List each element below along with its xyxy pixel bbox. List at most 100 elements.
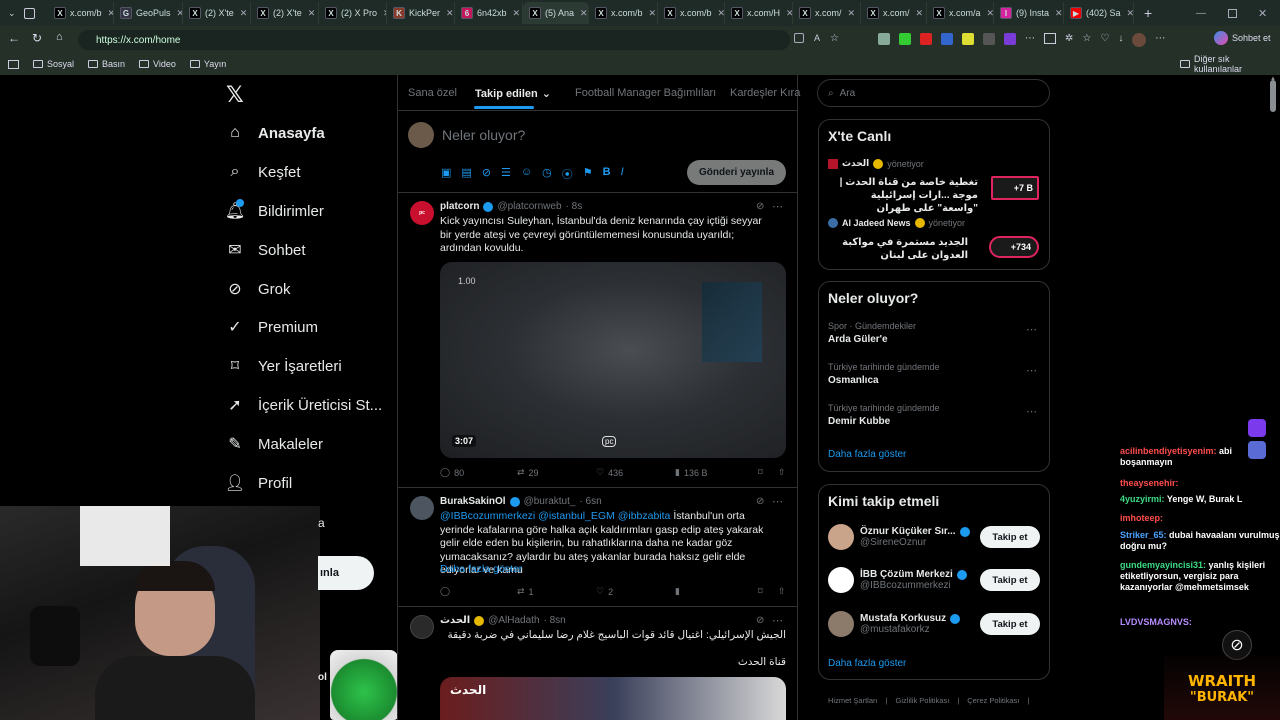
share-icon[interactable]: ⇧ [778,586,786,597]
sidebar-item-bookmark[interactable]: ⌑ Yer İşaretleri [226,357,342,376]
views-button[interactable]: ▮ [675,586,758,597]
tab-close-icon[interactable]: ✕ [240,8,248,19]
tab-close-icon[interactable]: ✕ [446,8,454,19]
side-widget-icon[interactable] [1248,419,1266,437]
browser-tab[interactable]: X (2) X'te ✕ [183,2,251,24]
extension-icon[interactable] [899,33,911,45]
bookmark-icon[interactable]: ⌑ [758,586,778,597]
trend-more-icon[interactable]: ⋯ [1026,323,1038,336]
share-icon[interactable]: ⇧ [778,467,786,478]
browser-tab[interactable]: Xx.com/H ✕ [725,2,793,24]
other-bookmarks[interactable]: Diğer sık kullanılanlar [1180,54,1280,74]
tab-close-icon[interactable]: ✕ [513,8,521,19]
tab-close-icon[interactable]: ✕ [1055,8,1063,19]
follow-suggestion[interactable]: Mustafa Korkusuz @mustafakorkz [828,611,961,637]
tweet-time[interactable]: · 6sn [579,496,601,507]
home-icon[interactable]: ⌂ [56,31,63,43]
grok-explain-icon[interactable]: ⊘ [756,496,764,507]
copilot-icon[interactable]: ♡ [1100,33,1109,47]
scroll-up-icon[interactable]: ▲ [1270,76,1276,82]
search-input[interactable]: ⌕ Ara [817,79,1050,107]
copilot-chat-button[interactable]: Sohbet et [1214,31,1271,45]
sidebar-item-rocket[interactable]: ➚ İçerik Üreticisi St... [226,396,382,415]
emoji-icon[interactable]: ☺ [521,166,532,182]
feed-tab[interactable]: Sana özel [408,87,457,99]
browser-tab[interactable]: 6 6n42xb ✕ [455,2,523,24]
schedule-icon[interactable]: ◷ [542,166,552,182]
follow-suggestion[interactable]: İBB Çözüm Merkezi @IBBcozummerkezi [828,567,967,593]
tab-close-icon[interactable]: ✕ [848,8,856,19]
repost-button[interactable]: ⇄ 1 [517,586,596,597]
tweet-author-name[interactable]: platcorn [440,201,479,212]
follow-button[interactable]: Takip et [980,613,1040,635]
sidebar-item-grok[interactable]: ⊘ Grok [226,280,290,299]
new-tab-icon[interactable]: + [1144,5,1152,21]
extension-icon[interactable] [878,33,890,45]
footer-link[interactable]: Çerez Politikası [967,696,1019,705]
poll-icon[interactable]: ☰ [501,166,511,182]
user-avatar[interactable] [828,567,854,593]
install-app-icon[interactable] [794,33,804,43]
bookmark-icon[interactable]: ⌑ [758,467,778,478]
browser-tab[interactable]: ▶ (402) Sa ✕ [1064,2,1134,24]
browser-tab[interactable]: Xx.com/ ✕ [861,2,927,24]
browser-tab[interactable]: Xx.com/b✕ [48,2,114,24]
page-scrollbar[interactable] [1270,80,1276,112]
sidebar-item-premium[interactable]: ✓ Premium [226,318,318,337]
tab-list-icon[interactable]: ⌄ [8,8,16,19]
tab-close-icon[interactable]: ✕ [916,8,924,19]
tab-close-icon[interactable]: ✕ [718,8,724,19]
tweet-author-name[interactable]: الحدث [440,615,470,626]
sidebar-item-mail[interactable]: ✉ Sohbet [226,241,305,260]
live-listeners-badge[interactable]: +734 [989,236,1039,258]
bookmark-menu-icon[interactable] [8,59,19,69]
sidebar-item-articles[interactable]: ✎ Makaleler [226,435,323,454]
like-button[interactable]: ♡ 436 [596,467,675,478]
grok-explain-icon[interactable]: ⊘ [756,201,764,212]
footer-link[interactable]: Gizlilik Politikası [896,696,950,705]
refresh-icon[interactable]: ↻ [32,31,42,45]
bold-icon[interactable]: B [603,166,611,182]
tweet-more-icon[interactable]: ⋯ [772,200,784,213]
bookmark-folder[interactable]: Sosyal [33,59,74,69]
tab-close-icon[interactable]: ✕ [580,8,588,19]
more-nav-partial[interactable]: a [318,516,325,530]
trend-item[interactable]: Türkiye tarihinde gündemde Osmanlıca [828,362,940,386]
more-icon[interactable]: ⋯ [1025,33,1035,47]
feed-tab[interactable]: Kardeşler Kıra [730,87,800,99]
post-button[interactable]: Gönderi yayınla [687,160,786,185]
bookmark-folder[interactable]: Yayın [189,59,226,69]
favorite-star-icon[interactable]: ☆ [830,33,839,44]
tweet-avatar[interactable] [410,615,434,639]
tab-close-icon[interactable]: ✕ [987,8,993,19]
tweet-author-handle[interactable]: @buraktut_ [524,496,576,507]
live-listeners-badge[interactable]: +7 B [991,176,1039,200]
split-screen-icon[interactable] [1044,33,1056,44]
sidebar-item-bell[interactable]: 🔔︎ Bildirimler [225,199,324,220]
extension-icon[interactable] [941,33,953,45]
user-avatar[interactable] [828,611,854,637]
downloads-icon[interactable]: ↓ [1118,33,1123,47]
follow-show-more[interactable]: Daha fazla göster [828,658,906,669]
tweet-author-name[interactable]: BurakSakinOl [440,496,506,507]
workspaces-icon[interactable] [23,7,35,19]
settings-more-icon[interactable]: ⋯ [1155,33,1165,47]
browser-tab[interactable]: X (5) Ana ✕ [523,2,589,24]
browser-tab[interactable]: GGeoPuls✕ [114,2,183,24]
browser-tab[interactable]: Xx.com/b✕ [658,2,725,24]
live-item-text[interactable]: الجديد مستمرة في مواكبة العدوان على لبنا… [828,236,968,262]
extension-icon[interactable] [962,33,974,45]
sidebar-item-home[interactable]: ⌂ Anasayfa [226,124,325,142]
extension-icon[interactable] [920,33,932,45]
reply-button[interactable]: ◯ 80 [440,467,517,478]
bookmark-folder[interactable]: Basın [88,59,125,69]
follow-button[interactable]: Takip et [980,526,1040,548]
flag-icon[interactable]: ⚑ [583,166,593,182]
gif-icon[interactable]: ▤ [461,166,471,182]
tweet-more-icon[interactable]: ⋯ [772,495,784,508]
back-icon[interactable]: ← [8,31,20,45]
extensions-icon[interactable]: ✲ [1065,33,1073,47]
image-icon[interactable]: ▣ [441,166,451,182]
tweet-mentions[interactable]: @IBBcozummerkezi @istanbul_EGM @ibbzabit… [440,510,670,522]
sidebar-item-search[interactable]: ⌕ Keşfet [226,163,301,181]
